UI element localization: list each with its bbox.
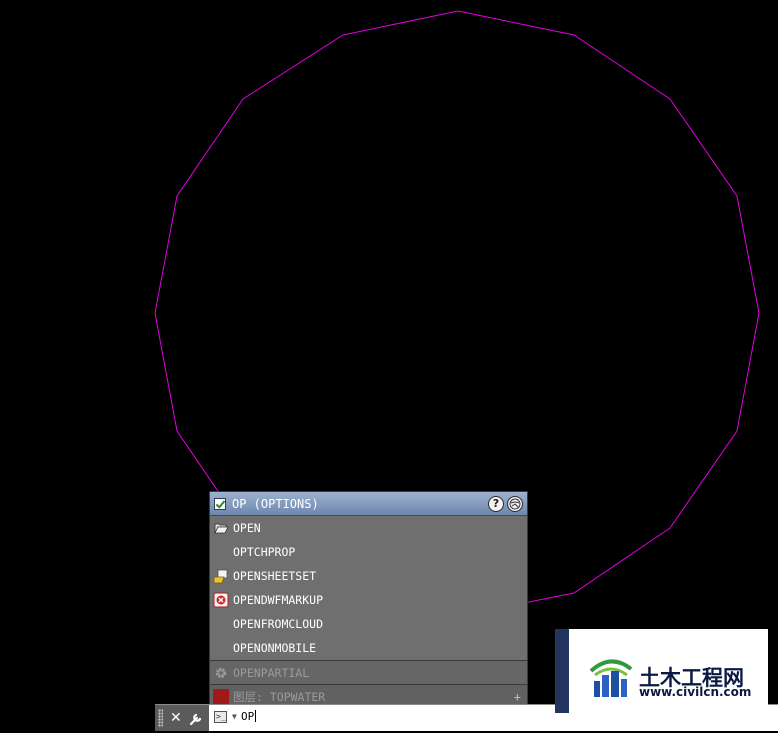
layer-color-swatch [213, 689, 229, 704]
autocomplete-item-label: OPENDWFMARKUP [233, 593, 324, 607]
autocomplete-header[interactable]: OP (OPTIONS) ? [210, 492, 527, 516]
text-cursor [255, 710, 257, 722]
sheetset-icon [213, 568, 229, 584]
command-prompt-icon[interactable]: >_ [214, 711, 227, 723]
watermark-url: www.civilcn.com [639, 685, 752, 699]
gear-icon [213, 665, 229, 681]
folder-open-icon [213, 520, 229, 536]
globe-icon[interactable] [507, 495, 523, 512]
dwf-markup-icon [213, 592, 229, 608]
autocomplete-item-openfromcloud[interactable]: OPENFROMCLOUD [210, 612, 527, 636]
watermark-stripe [555, 629, 569, 713]
close-icon[interactable]: ✕ [170, 710, 182, 726]
grip-handle-icon[interactable] [158, 709, 163, 727]
command-line-controls: ✕ [155, 705, 209, 731]
autocomplete-item-openpartial[interactable]: OPENPARTIAL [210, 660, 527, 684]
autocomplete-item-label: OPTCHPROP [233, 545, 296, 559]
autocomplete-item-optchprop[interactable]: OPTCHPROP [210, 540, 527, 564]
chevron-down-icon[interactable]: ▼ [232, 712, 237, 721]
autocomplete-header-label: OP (OPTIONS) [232, 496, 319, 511]
check-icon [214, 497, 226, 510]
autocomplete-item-opensheetset[interactable]: OPENSHEETSET [210, 564, 527, 588]
autocomplete-item-label: OPENPARTIAL [233, 665, 310, 680]
autocomplete-item-label: OPENONMOBILE [233, 641, 317, 655]
autocomplete-item-label: OPENFROMCLOUD [233, 617, 324, 631]
wrench-icon[interactable] [189, 711, 203, 726]
autocomplete-item-opendwfmarkup[interactable]: OPENDWFMARKUP [210, 588, 527, 612]
autocomplete-item-label: 图层: TOPWATER [233, 689, 326, 704]
plus-icon[interactable]: + [514, 690, 521, 704]
command-input-value: OP [241, 710, 255, 723]
autocomplete-item-label: OPEN [233, 521, 261, 535]
autocomplete-item-label: OPENSHEETSET [233, 569, 317, 583]
command-input[interactable]: OP [241, 710, 257, 723]
autocomplete-item-open[interactable]: OPEN [210, 516, 527, 540]
autocomplete-popup: OP (OPTIONS) ? OPEN OPTCHPROP OPENSHEETS… [209, 491, 528, 709]
building-logo-icon [589, 659, 633, 697]
autocomplete-item-openonmobile[interactable]: OPENONMOBILE [210, 636, 527, 660]
help-icon[interactable]: ? [488, 495, 504, 512]
watermark-logo: 土木工程网 www.civilcn.com [555, 629, 768, 713]
